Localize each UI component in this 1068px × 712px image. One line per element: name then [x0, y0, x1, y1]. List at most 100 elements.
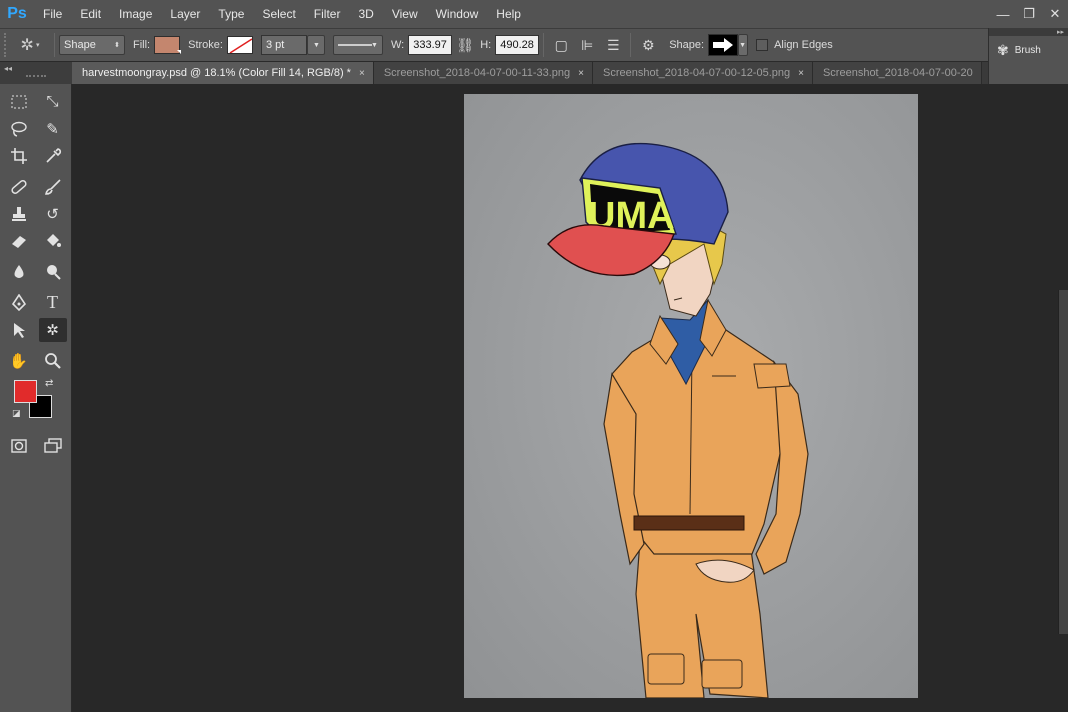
options-bar: ✲ ▾ Shape ⬍ Fill: Stroke: 3 pt ▼ ▼ W: 333… [0, 28, 988, 62]
stroke-type-select[interactable]: ▼ [332, 35, 383, 55]
toolbox-header[interactable]: ◂◂ [0, 62, 72, 84]
path-alignment-icon[interactable]: ⊫ [574, 33, 600, 57]
artwork-illustration: UMA [464, 94, 918, 698]
brush-panel-label: Brush [1014, 45, 1041, 56]
custom-shape-tool-icon[interactable]: ✲ [38, 317, 67, 342]
brush-icon: ✾ [997, 42, 1009, 58]
menu-layer[interactable]: Layer [161, 7, 209, 21]
document-tab[interactable]: Screenshot_2018-04-07-00-20 [812, 62, 982, 84]
menu-window[interactable]: Window [427, 7, 488, 21]
minimize-icon[interactable]: — [990, 4, 1016, 24]
document-canvas[interactable]: UMA [464, 94, 918, 698]
menu-view[interactable]: View [383, 7, 427, 21]
photoshop-window: Ps File Edit Image Layer Type Select Fil… [0, 0, 1068, 712]
tab-label: Screenshot_2018-04-07-00-20 [822, 67, 973, 79]
menu-3d[interactable]: 3D [349, 7, 382, 21]
menu-image[interactable]: Image [110, 7, 161, 21]
crop-icon[interactable] [5, 144, 33, 168]
rectangular-marquee-icon[interactable] [5, 90, 33, 114]
toolbox: ⤡ ✎ ↺ T ✲ ✋ ⇄ ◪ [0, 84, 72, 712]
stroke-width-dropdown[interactable]: ▼ [306, 35, 325, 55]
tab-label: Screenshot_2018-04-07-00-11-33.png [383, 67, 571, 79]
app-logo: Ps [7, 5, 27, 22]
menu-file[interactable]: File [34, 7, 71, 21]
tab-close-icon[interactable]: × [359, 68, 365, 79]
menu-select[interactable]: Select [253, 7, 304, 21]
pen-tool-icon[interactable] [5, 291, 33, 315]
chevron-down-icon: ▼ [371, 41, 378, 49]
chevron-down-icon: ▼ [313, 41, 320, 49]
document-tab[interactable]: Screenshot_2018-04-07-00-12-05.png × [592, 62, 813, 84]
panel-collapse-arrows-icon[interactable]: ▸▸ [989, 28, 1068, 36]
foreground-color-swatch[interactable] [14, 380, 37, 403]
fill-color-swatch[interactable] [154, 36, 182, 54]
width-input[interactable]: 333.97 [408, 35, 453, 55]
width-label: W: [390, 39, 405, 51]
tab-close-icon[interactable]: × [578, 68, 584, 79]
divider [630, 33, 632, 57]
stroke-label: Stroke: [188, 39, 223, 51]
screen-mode-icon[interactable] [39, 434, 67, 458]
brush-panel-button[interactable]: ✾ Brush [989, 36, 1068, 65]
gear-icon[interactable]: ⚙ [635, 33, 661, 57]
fill-label: Fill: [133, 39, 151, 51]
quick-mask-icon[interactable] [5, 434, 33, 458]
move-tool-icon[interactable]: ⤡ [39, 90, 67, 114]
tab-close-icon[interactable]: × [798, 68, 804, 79]
align-edges-checkbox[interactable] [756, 39, 769, 51]
stroke-line-icon [337, 44, 372, 46]
menu-help[interactable]: Help [487, 7, 530, 21]
collapsed-panel-dock: ▸▸ ✾ Brush [988, 28, 1068, 84]
tab-label: harvestmoongray.psd @ 18.1% (Color Fill … [82, 67, 351, 79]
divider [54, 33, 55, 57]
dropdown-caret-icon [177, 50, 182, 54]
dropdown-caret-icon [249, 50, 252, 53]
paint-bucket-icon[interactable] [39, 229, 67, 253]
stroke-color-swatch[interactable] [226, 36, 253, 54]
shape-label: Shape: [669, 39, 705, 51]
zoom-tool-icon[interactable] [39, 349, 67, 373]
close-icon[interactable]: ✕ [1042, 4, 1068, 24]
menu-bar: Ps File Edit Image Layer Type Select Fil… [0, 0, 1068, 28]
height-input[interactable]: 490.28 [495, 35, 540, 55]
arrow-shape-icon [713, 38, 734, 52]
tool-mode-select[interactable]: Shape ⬍ [59, 35, 125, 55]
quick-selection-icon[interactable]: ✎ [39, 117, 67, 141]
shape-picker-dropdown[interactable]: ▼ [738, 34, 749, 56]
lasso-icon[interactable] [5, 117, 33, 141]
height-label: H: [480, 39, 492, 51]
updown-arrow-icon: ⬍ [114, 42, 120, 49]
blur-drop-icon[interactable] [5, 260, 33, 284]
type-tool-icon[interactable]: T [39, 291, 67, 315]
window-controls: — ❐ ✕ [990, 0, 1068, 28]
document-tab-bar: harvestmoongray.psd @ 18.1% (Color Fill … [72, 62, 988, 84]
clone-stamp-icon[interactable] [5, 202, 33, 226]
tab-label: Screenshot_2018-04-07-00-12-05.png [602, 67, 791, 79]
menu-filter[interactable]: Filter [305, 7, 350, 21]
path-arrangement-icon[interactable]: ☰ [600, 33, 626, 57]
hand-tool-icon[interactable]: ✋ [5, 349, 33, 373]
panel-edge [1058, 290, 1068, 634]
path-selection-icon[interactable] [5, 318, 33, 342]
healing-brush-icon[interactable] [5, 175, 33, 199]
stroke-width-input[interactable]: 3 pt [260, 35, 307, 55]
shape-picker[interactable] [708, 34, 739, 56]
align-edges-label: Align Edges [774, 39, 833, 51]
eraser-icon[interactable] [5, 229, 33, 253]
menu-edit[interactable]: Edit [71, 7, 110, 21]
menu-type[interactable]: Type [209, 7, 253, 21]
document-tab-active[interactable]: harvestmoongray.psd @ 18.1% (Color Fill … [72, 62, 374, 84]
document-tab[interactable]: Screenshot_2018-04-07-00-11-33.png × [373, 62, 593, 84]
link-icon[interactable]: ⛓ [452, 33, 478, 57]
restore-icon[interactable]: ❐ [1016, 4, 1042, 24]
default-colors-icon[interactable]: ◪ [12, 408, 21, 419]
brush-tool-icon[interactable] [39, 175, 67, 199]
history-brush-icon[interactable]: ↺ [39, 202, 67, 226]
chevron-down-icon: ▼ [739, 41, 747, 49]
custom-shape-tool-preset-icon[interactable]: ✲ ▾ [10, 33, 50, 57]
eyedropper-icon[interactable] [39, 144, 67, 168]
swap-colors-icon[interactable]: ⇄ [45, 378, 53, 389]
dodge-icon[interactable] [39, 260, 67, 284]
color-swatches: ⇄ ◪ [0, 378, 71, 432]
path-operations-icon[interactable]: ▢ [548, 33, 574, 57]
